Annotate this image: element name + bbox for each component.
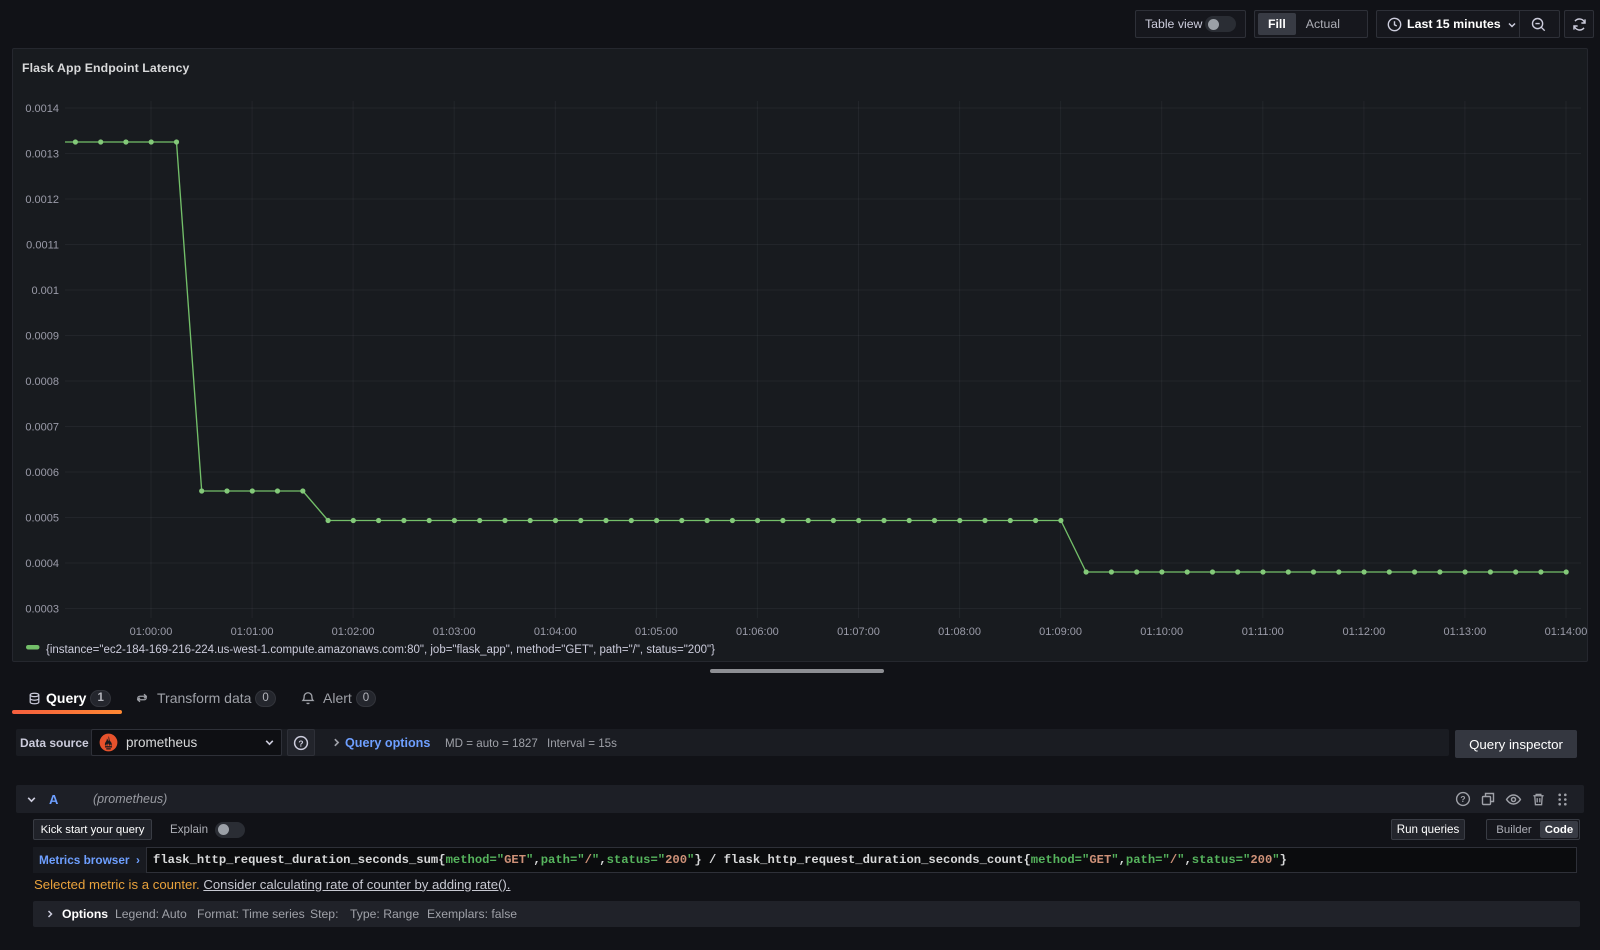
svg-text:01:12:00: 01:12:00 (1342, 626, 1385, 638)
svg-text:01:09:00: 01:09:00 (1039, 626, 1082, 638)
svg-text:01:05:00: 01:05:00 (635, 626, 678, 638)
svg-text:01:07:00: 01:07:00 (837, 626, 880, 638)
svg-text:?: ? (1460, 794, 1465, 804)
svg-text:0.0009: 0.0009 (25, 331, 59, 343)
svg-text:0.0005: 0.0005 (25, 513, 59, 525)
svg-text:01:00:00: 01:00:00 (130, 626, 173, 638)
svg-text:0.0004: 0.0004 (25, 558, 59, 570)
svg-text:01:13:00: 01:13:00 (1443, 626, 1486, 638)
svg-text:0.0012: 0.0012 (25, 194, 59, 206)
svg-text:0.0014: 0.0014 (25, 103, 59, 115)
svg-text:01:14:00: 01:14:00 (1545, 626, 1588, 638)
svg-text:01:06:00: 01:06:00 (736, 626, 779, 638)
svg-text:0.001: 0.001 (31, 285, 59, 297)
svg-text:0.0013: 0.0013 (25, 149, 59, 161)
svg-text:0.0003: 0.0003 (25, 604, 59, 616)
svg-text:?: ? (298, 738, 303, 748)
svg-text:0.0007: 0.0007 (25, 422, 59, 434)
svg-text:{instance="ec2-184-169-216-224: {instance="ec2-184-169-216-224.us-west-1… (46, 644, 715, 656)
svg-text:01:10:00: 01:10:00 (1140, 626, 1183, 638)
svg-text:01:03:00: 01:03:00 (433, 626, 476, 638)
svg-text:0.0011: 0.0011 (26, 240, 59, 252)
svg-text:01:08:00: 01:08:00 (938, 626, 981, 638)
svg-text:0.0008: 0.0008 (25, 376, 59, 388)
svg-text:01:04:00: 01:04:00 (534, 626, 577, 638)
svg-text:01:02:00: 01:02:00 (332, 626, 375, 638)
svg-text:0.0006: 0.0006 (25, 467, 59, 479)
svg-text:01:01:00: 01:01:00 (231, 626, 274, 638)
svg-text:01:11:00: 01:11:00 (1242, 626, 1284, 638)
